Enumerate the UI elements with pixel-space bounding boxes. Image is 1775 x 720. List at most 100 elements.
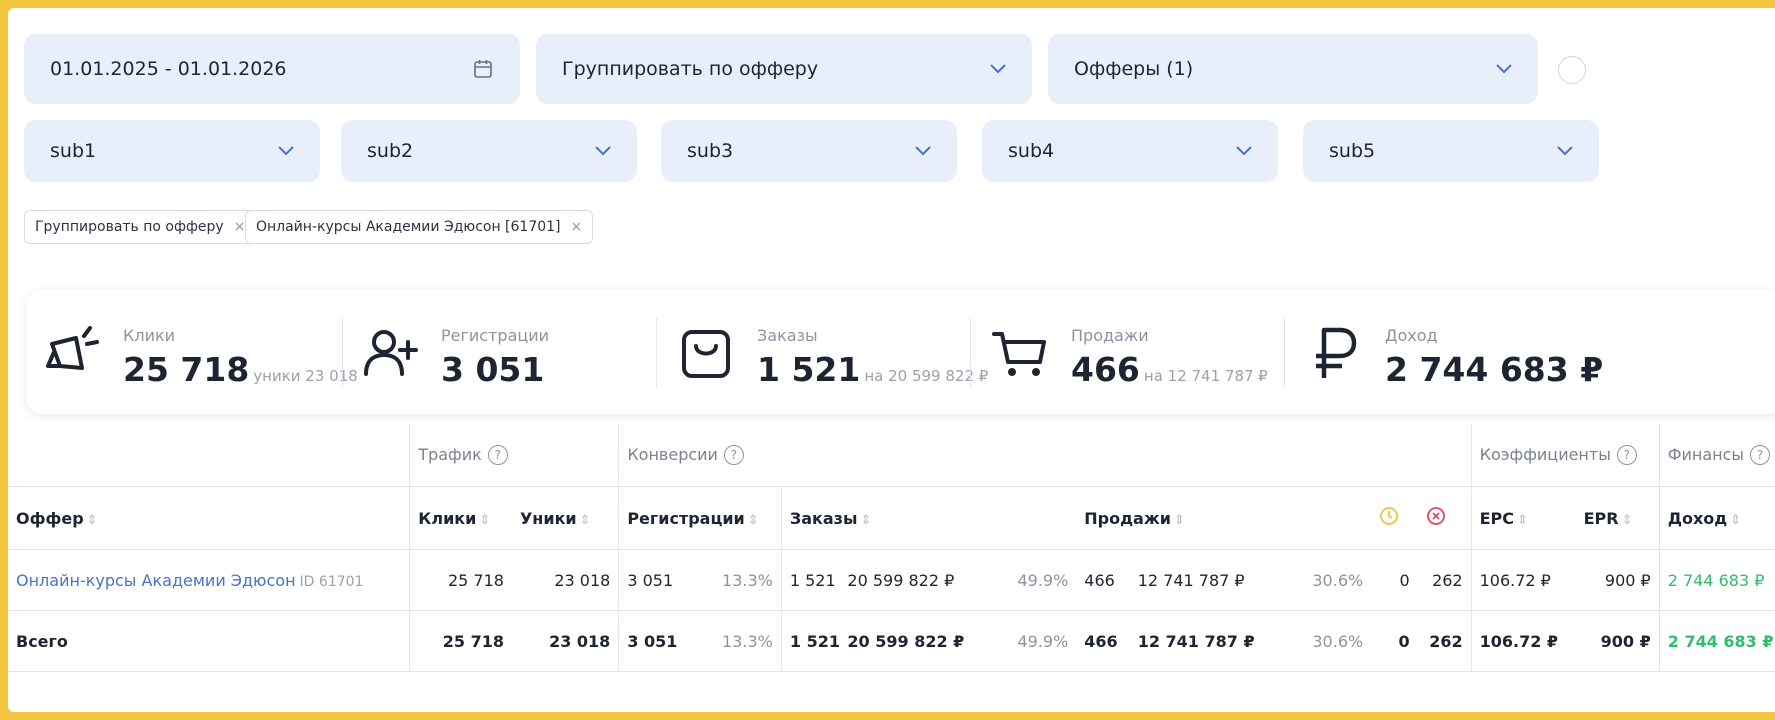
sort-icon[interactable]: ⇕ xyxy=(748,513,759,528)
shopping-bag-icon xyxy=(682,330,730,378)
stat-label: Продажи xyxy=(1071,326,1149,345)
report-panel: 01.01.2025 - 01.01.2026 Группировать по … xyxy=(8,8,1775,712)
col-clicks[interactable]: Клики ⇕ xyxy=(409,486,512,550)
chevron-down-icon xyxy=(595,146,611,156)
col-registrations[interactable]: Регистрации ⇕ xyxy=(618,486,782,550)
ruble-icon xyxy=(1316,327,1357,378)
sort-icon[interactable]: ⇕ xyxy=(87,513,98,528)
stat-label: Доход xyxy=(1385,326,1438,345)
col-epr[interactable]: EPR ⇕ xyxy=(1575,486,1660,550)
registrations-cell: 3 051 xyxy=(618,610,691,672)
chip-label: Онлайн-курсы Академии Эдюсон [61701] xyxy=(256,219,561,235)
col-orders-label: Заказы xyxy=(789,508,858,528)
col-offer[interactable]: Оффер ⇕ xyxy=(8,486,410,550)
orders-sum: 20 599 822 ₽ xyxy=(839,610,995,672)
sub1-select[interactable]: sub1 xyxy=(24,120,320,182)
date-range-picker[interactable]: 01.01.2025 - 01.01.2026 xyxy=(24,34,520,104)
sales-sum: 12 741 787 ₽ xyxy=(1129,610,1279,672)
sales-sub: на 12 741 787 ₽ xyxy=(1143,367,1268,385)
total-label: Всего xyxy=(8,610,410,672)
stat-value: 466 на 12 741 787 ₽ xyxy=(1071,350,1268,389)
col-epc[interactable]: EPC ⇕ xyxy=(1470,486,1576,550)
stat-divider xyxy=(970,318,971,388)
group-finance-label: Финансы xyxy=(1667,444,1745,464)
stat-label: Клики xyxy=(123,326,176,345)
date-range-value: 01.01.2025 - 01.01.2026 xyxy=(50,58,287,80)
sales-cell: 466 xyxy=(1076,610,1130,672)
sub3-select[interactable]: sub3 xyxy=(661,120,957,182)
close-icon[interactable]: × xyxy=(234,219,246,235)
chevron-down-icon xyxy=(1236,146,1252,156)
sub4-label: sub4 xyxy=(1008,140,1055,162)
help-icon[interactable]: ? xyxy=(1616,445,1637,466)
group-ratios-label: Коэффициенты xyxy=(1479,444,1611,464)
chevron-down-icon xyxy=(990,64,1006,74)
chevron-down-icon xyxy=(1496,64,1512,74)
offers-value: Офферы (1) xyxy=(1074,58,1194,80)
col-rejected xyxy=(1417,486,1472,550)
offer-link[interactable]: Онлайн-курсы Академии Эдюсон xyxy=(16,571,296,590)
registrations-cell: 3 051 xyxy=(618,549,691,611)
table-row: Онлайн-курсы Академии Эдюсон ID 61701 25 … xyxy=(8,549,1775,611)
close-icon[interactable]: × xyxy=(571,219,583,235)
sub2-select[interactable]: sub2 xyxy=(341,120,637,182)
megaphone-icon xyxy=(46,326,99,370)
sort-icon[interactable]: ⇕ xyxy=(860,513,871,528)
sales-value: 466 xyxy=(1071,350,1140,389)
stats-card: Клики 25 718 уники 23 018 Регистрации 3 0… xyxy=(26,290,1775,414)
clicks-cell: 25 718 xyxy=(409,610,512,672)
registrations-pct: 13.3% xyxy=(690,549,782,611)
clicks-value: 25 718 xyxy=(123,350,250,389)
col-sales[interactable]: Продажи ⇕ xyxy=(1076,486,1372,550)
col-income-label: Доход xyxy=(1667,508,1728,528)
column-header-row: Оффер ⇕ Клики ⇕ Уники ⇕ Регистрации ⇕ Заказы… xyxy=(8,486,1775,550)
uniques-cell: 23 018 xyxy=(511,610,619,672)
sort-icon[interactable]: ⇕ xyxy=(1622,513,1633,528)
sales-pct: 30.6% xyxy=(1278,549,1372,611)
orders-pct: 49.9% xyxy=(995,610,1077,672)
group-ratios: Коэффициенты? xyxy=(1470,424,1660,487)
chevron-down-icon xyxy=(1557,146,1573,156)
total-row: Всего 25 718 23 018 3 051 13.3% 1 521 20… xyxy=(8,610,1775,672)
group-traffic-label: Трафик xyxy=(418,444,482,464)
report-table: Трафик? Конверсии? Коэффициенты? Финансы… xyxy=(8,424,1775,672)
col-uniques-label: Уники xyxy=(519,508,577,528)
help-icon[interactable]: ? xyxy=(723,445,744,466)
help-icon[interactable]: ? xyxy=(1750,445,1771,466)
orders-pct: 49.9% xyxy=(995,549,1077,611)
col-epc-label: EPC xyxy=(1479,508,1515,528)
offer-id: ID 61701 xyxy=(299,573,364,590)
group-by-select[interactable]: Группировать по офферу xyxy=(536,34,1032,104)
group-finance: Финансы? xyxy=(1658,424,1775,487)
sort-icon[interactable]: ⇕ xyxy=(1517,513,1528,528)
sales-cell: 466 xyxy=(1076,549,1130,611)
col-income[interactable]: Доход ⇕ xyxy=(1658,486,1775,550)
sort-icon[interactable]: ⇕ xyxy=(580,513,591,528)
orders-cell: 1 521 xyxy=(780,549,840,611)
group-conversions-label: Конверсии xyxy=(627,444,718,464)
stat-label: Регистрации xyxy=(441,326,550,345)
sub5-select[interactable]: sub5 xyxy=(1303,120,1599,182)
sort-icon[interactable]: ⇕ xyxy=(1730,513,1741,528)
epr-cell: 900 ₽ xyxy=(1575,610,1660,672)
col-uniques[interactable]: Уники ⇕ xyxy=(511,486,619,550)
sort-icon[interactable]: ⇕ xyxy=(1174,513,1185,528)
sub4-select[interactable]: sub4 xyxy=(982,120,1278,182)
epc-cell: 106.72 ₽ xyxy=(1470,610,1576,672)
extra-control-icon[interactable] xyxy=(1558,56,1586,84)
pending-cell: 0 xyxy=(1371,549,1418,611)
stat-value: 1 521 на 20 599 822 ₽ xyxy=(757,350,988,389)
epc-cell: 106.72 ₽ xyxy=(1470,549,1576,611)
orders-cell: 1 521 xyxy=(780,610,840,672)
chip-label: Группировать по офферу xyxy=(35,219,224,235)
help-icon[interactable]: ? xyxy=(487,445,508,466)
offer-cell: Онлайн-курсы Академии Эдюсон ID 61701 xyxy=(8,549,410,611)
stat-divider xyxy=(656,318,657,388)
sub1-label: sub1 xyxy=(50,140,97,162)
group-conversions: Конверсии? xyxy=(618,424,1472,487)
calendar-icon xyxy=(472,58,494,80)
sort-icon[interactable]: ⇕ xyxy=(479,513,490,528)
offers-select[interactable]: Офферы (1) xyxy=(1048,34,1538,104)
col-orders[interactable]: Заказы ⇕ xyxy=(780,486,1077,550)
x-circle-icon xyxy=(1426,507,1445,525)
